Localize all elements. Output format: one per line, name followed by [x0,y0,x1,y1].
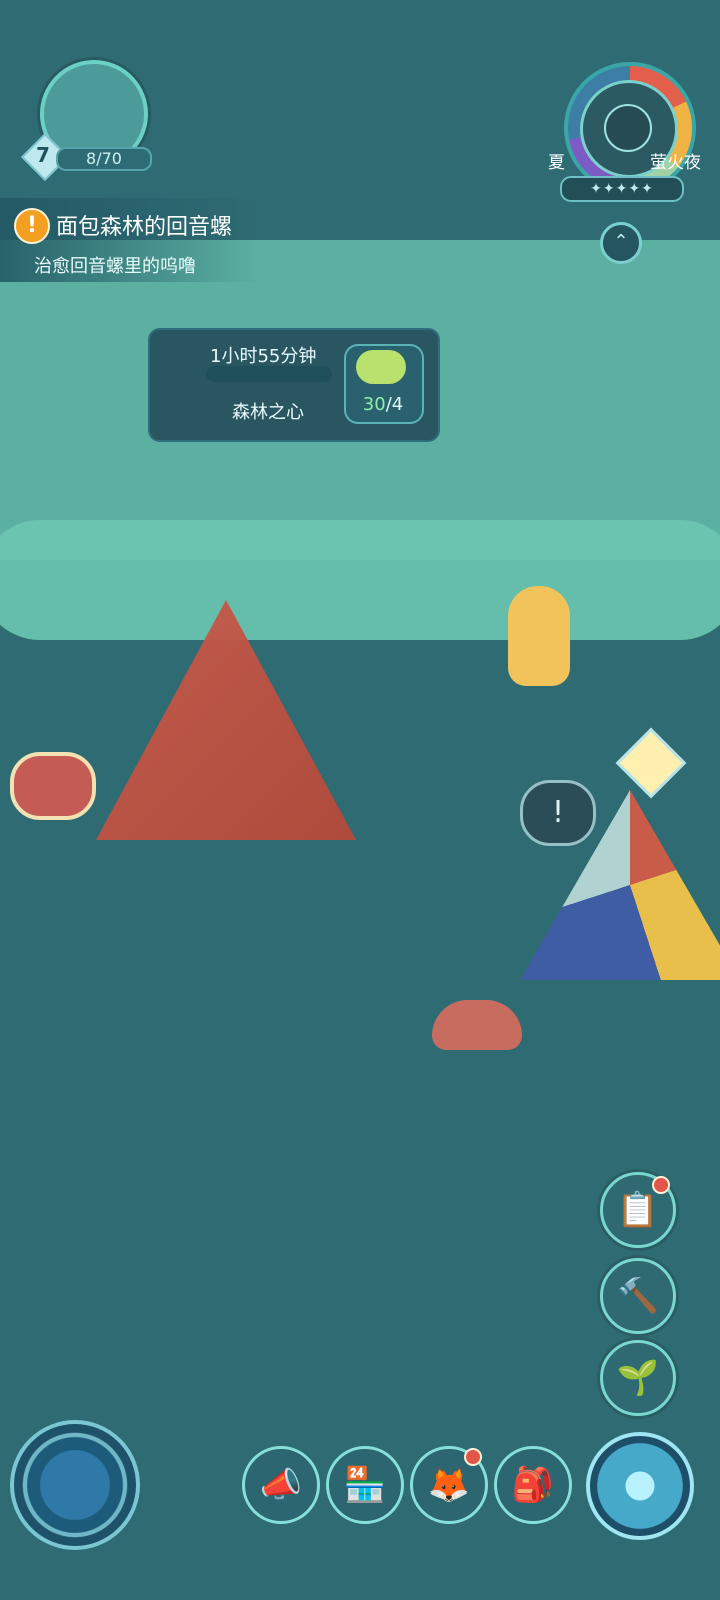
speech-bubble-icon[interactable]: ! [520,780,596,846]
events-button[interactable]: 🔨 [600,1258,676,1334]
shop-button[interactable]: 🏪 [326,1446,404,1524]
lantern-icon [615,727,687,799]
hammer-icon: 🔨 [616,1276,660,1316]
season-character-icon [604,104,652,152]
tasks-notification-dot [652,1176,670,1194]
quest-subtitle[interactable]: 治愈回音螺里的呜噜 [34,252,196,278]
player-level: 7 [36,143,50,167]
plant-button[interactable]: 🌱 [600,1340,676,1416]
xp-text: 8/70 [86,149,122,168]
reward-count: 30/4 [356,394,410,415]
mushroom-table[interactable] [432,1000,522,1050]
reward-count-target: /4 [385,394,404,415]
travel-button[interactable] [586,1432,694,1540]
timer-location: 森林之心 [232,402,304,423]
season-label-right: 萤火夜 [650,153,701,173]
announce-button[interactable]: 📣 [242,1446,320,1524]
backpack-icon: 🎒 [511,1465,555,1505]
bag-button[interactable]: 🎒 [494,1446,572,1524]
friends-notification-dot [464,1448,482,1466]
timer-time-left: 1小时55分钟 [210,346,317,367]
season-stars: ✦✦✦✦✦ [560,176,684,202]
water-edge [0,520,720,640]
cat-character[interactable] [508,586,570,686]
megaphone-icon: 📣 [259,1465,303,1505]
season-label-left: 夏 [548,153,565,173]
game-scene[interactable]: 7 8/70 ! 面包森林的回音螺 治愈回音螺里的呜噜 夏 萤火夜 ✦✦✦✦✦ … [0,0,720,1600]
sprout-icon: 🌱 [616,1358,660,1398]
timer-progress-bar [206,366,332,382]
bunny-sign[interactable] [10,752,96,820]
reward-count-current: 30 [362,394,386,415]
chevron-up-icon[interactable]: ⌃ [600,222,642,264]
quest-title[interactable]: 面包森林的回音螺 [56,209,232,241]
exclamation-icon: ! [14,208,50,244]
shop-icon: 🏪 [343,1465,387,1505]
compass-button[interactable] [10,1420,140,1550]
xp-bar: 8/70 [56,147,152,171]
candy-icon [356,350,406,384]
